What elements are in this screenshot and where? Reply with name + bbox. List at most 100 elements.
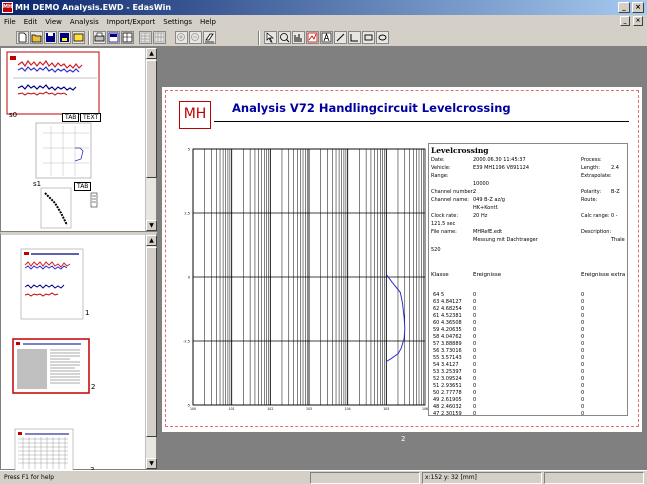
close-button[interactable]: ×: [632, 2, 644, 13]
left-bottom-scrollbar[interactable]: ▲ ▼: [145, 235, 157, 469]
bars-icon[interactable]: [292, 31, 305, 44]
save-icon[interactable]: [44, 31, 57, 44]
page-workspace[interactable]: MH Analysis V72 Handlingcircuit Levelcro…: [157, 47, 647, 470]
layout-icon[interactable]: [107, 31, 120, 44]
save-as-icon[interactable]: [58, 31, 71, 44]
table-cell: 50: [433, 390, 440, 396]
print-icon[interactable]: [93, 31, 106, 44]
table-cell: 0: [473, 383, 477, 389]
levelcrossing-chart[interactable]: 52.50-2.5-5100 101 102 103 104 105 106: [179, 143, 431, 416]
table2-icon[interactable]: [153, 31, 166, 44]
table-cell: 57: [433, 341, 440, 347]
info-field-row: HK+Kontf.: [431, 204, 627, 212]
export-icon[interactable]: [72, 31, 85, 44]
table-cell: 0: [581, 369, 585, 375]
erase-icon[interactable]: [203, 31, 216, 44]
table-cell: 2.30159: [441, 411, 462, 417]
info-label: Vehicle:: [431, 165, 451, 171]
table-cell: 0: [581, 334, 585, 340]
y-tick-label: 2.5: [184, 212, 190, 216]
table-row: 47 2.30159 0 0: [431, 411, 627, 418]
info-value: MHRefE.edt: [473, 229, 503, 235]
select-icon[interactable]: [264, 31, 277, 44]
table-cell: 3.4127: [441, 362, 459, 368]
table-cell: 0: [473, 292, 477, 298]
text-button-s0[interactable]: TEXT: [80, 113, 102, 122]
table-cell: 0: [473, 362, 477, 368]
mh-logo: MH: [179, 101, 211, 129]
menu-file[interactable]: File: [0, 15, 20, 29]
table-cell: 3.73016: [441, 348, 462, 354]
info-value: E39 MH1196 V891124: [473, 165, 530, 171]
table-cell: 0: [473, 397, 477, 403]
table-cell: 53: [433, 369, 440, 375]
mdi-close-button[interactable]: ×: [633, 16, 643, 26]
scroll-down-arrow-icon[interactable]: ▼: [146, 220, 157, 231]
menu-analysis[interactable]: Analysis: [66, 15, 103, 29]
table-cell: 0: [581, 383, 585, 389]
table-cell: 0: [581, 348, 585, 354]
zoom-icon[interactable]: [278, 31, 291, 44]
ellipse-icon[interactable]: [376, 31, 389, 44]
menu-help[interactable]: Help: [196, 15, 220, 29]
left-top-scrollbar[interactable]: ▲ ▼: [145, 48, 157, 231]
line-icon[interactable]: [334, 31, 347, 44]
table-cell: 0: [581, 320, 585, 326]
menu-edit[interactable]: Edit: [20, 15, 42, 29]
table-row: 49 2.61905 0 0: [431, 397, 627, 404]
x-tick-label: 100: [190, 407, 196, 411]
table-cell: 0: [581, 327, 585, 333]
info-value: 2: [473, 189, 477, 195]
sheet-thumbnail-pane[interactable]: s0 TAB TEXT s1 TAB ▲ ▼: [0, 47, 157, 232]
status-cell-empty: [310, 472, 420, 484]
table-row: 56 3.73016 0 0: [431, 348, 627, 355]
table-cell: 0: [581, 376, 585, 382]
rectangle-icon[interactable]: [362, 31, 375, 44]
table-cell: 3.25397: [441, 369, 462, 375]
table-icon[interactable]: [139, 31, 152, 44]
corner-icon[interactable]: [348, 31, 361, 44]
info-label2: Length:: [581, 165, 600, 171]
info-label: File name:: [431, 229, 457, 235]
scroll-up-arrow-icon[interactable]: ▲: [146, 235, 157, 246]
zoom-out-icon[interactable]: [189, 31, 202, 44]
scroll-down-arrow-icon[interactable]: ▼: [146, 458, 157, 469]
info-value: 10000: [473, 181, 489, 187]
info-field-row: Range: Extrapolate:: [431, 172, 627, 180]
table-row: 59 4.20635 0 0: [431, 327, 627, 334]
new-icon[interactable]: [16, 31, 29, 44]
page-thumbnail-pane[interactable]: 1 2 3 ▲ ▼: [0, 232, 157, 474]
table-cell: 2.77778: [441, 390, 462, 396]
info-label: 121.5 sec: [431, 221, 456, 227]
info-panel[interactable]: Levelcrossing Date: 2000.06.30 11:45:37 Pr…: [428, 143, 628, 418]
tab-button-s0[interactable]: TAB: [62, 113, 80, 122]
info-field-row: 121.5 sec: [431, 220, 627, 228]
app-icon[interactable]: MH: [2, 2, 13, 13]
table-cell: 64: [433, 292, 440, 298]
table-cell: 0: [581, 341, 585, 347]
chart-icon[interactable]: [306, 31, 319, 44]
text-icon[interactable]: [320, 31, 333, 44]
zoom-in-icon[interactable]: [175, 31, 188, 44]
table-cell: 4.52381: [441, 313, 462, 319]
info-field-row: Messung mit Dachtraeger Thale: [431, 236, 627, 244]
toolbar-separator: [88, 31, 90, 45]
scroll-thumb[interactable]: [146, 60, 157, 178]
open-icon[interactable]: [30, 31, 43, 44]
tab-button-s1[interactable]: TAB: [74, 182, 92, 191]
menu-settings[interactable]: Settings: [159, 15, 196, 29]
menu-import-export[interactable]: Import/Export: [103, 15, 160, 29]
table-cell: 0: [581, 313, 585, 319]
document-page[interactable]: MH Analysis V72 Handlingcircuit Levelcro…: [162, 87, 642, 432]
scroll-thumb[interactable]: [146, 247, 157, 437]
minimize-button[interactable]: _: [618, 2, 630, 13]
document-title[interactable]: Analysis V72 Handlingcircuit Levelcrossi…: [232, 101, 511, 115]
menu-view[interactable]: View: [41, 15, 66, 29]
toolbar-separator: [258, 31, 260, 45]
grid-icon[interactable]: [121, 31, 134, 44]
table-cell: 0: [581, 306, 585, 312]
scroll-up-arrow-icon[interactable]: ▲: [146, 48, 157, 59]
mdi-minimize-button[interactable]: _: [620, 16, 630, 26]
table-cell: 0: [581, 362, 585, 368]
table-row: 57 3.88889 0 0: [431, 341, 627, 348]
